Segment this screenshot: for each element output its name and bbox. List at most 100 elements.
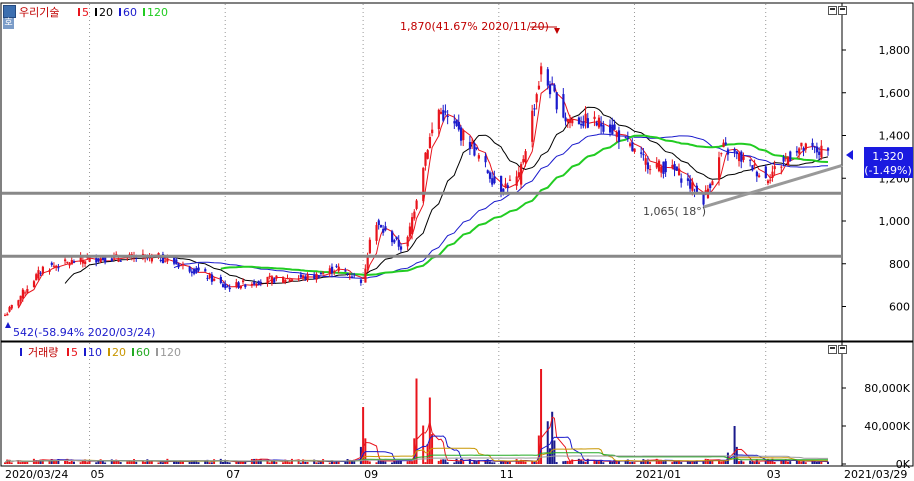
candle-body [313,274,316,279]
candle-body [537,85,541,90]
candle-body [164,260,167,262]
legend-label: 5 [71,346,78,359]
candle-body [95,258,98,263]
price-tick-label: 1,800 [879,44,911,57]
candle-body [284,279,287,283]
volume-panel-maximize-button[interactable] [838,345,847,354]
candle-body [68,263,71,266]
candle-body [493,176,496,184]
candle-body [377,220,380,225]
volume-bar [317,462,320,464]
candle-body [24,292,27,294]
volume-bar [673,461,676,464]
volume-bar [144,461,147,464]
candle-body [221,284,225,288]
candle-body [504,183,507,188]
candle-body [288,279,291,282]
candle-body [718,157,721,180]
volume-bar [161,462,164,464]
candle-body [515,176,518,186]
volume-bar [662,461,665,464]
candle-body [177,263,180,268]
candle-body [50,262,53,265]
candle-body [631,142,634,151]
candle-body [406,236,409,247]
candle-body [773,166,776,170]
volume-bar [126,461,129,464]
volume-bar [226,461,229,464]
legend-label: 120 [160,346,181,359]
candle-body [726,149,730,155]
quote-icon[interactable]: 호 [3,18,14,29]
candle-body [99,258,102,263]
candle-body [711,181,714,186]
volume-bar [795,460,798,464]
legend-swatch [156,348,158,356]
candle-body [722,142,725,148]
price-panel-minimize-button[interactable] [828,6,837,15]
volume-bar [524,461,527,464]
candle-body [208,274,211,279]
volume-bar [738,461,741,464]
volume-bar [119,462,122,464]
candle-body [275,275,278,279]
candle-body [304,276,307,280]
volume-bar [375,462,378,464]
volume-bar [535,462,538,464]
candle-body [580,124,583,126]
volume-bar [769,460,772,464]
volume-bar [406,461,409,464]
x-axis-label: 09 [364,468,378,481]
volume-bar [577,458,580,464]
volume-bar [150,461,153,464]
candle-body [399,246,403,250]
price-tick-label: 800 [889,258,910,271]
candle-body [439,111,443,114]
volume-bar [455,458,458,464]
candle-body [813,146,816,148]
volume-bar [446,462,449,464]
candle-body [755,171,759,177]
candle-body [391,231,394,243]
volume-bar [95,462,98,464]
candle-body [210,274,214,282]
legend-swatch [78,8,80,16]
volume-bar [384,461,387,464]
candle-body [330,266,334,274]
candle-body [297,278,300,280]
candle-body [4,315,7,317]
candle-body [335,265,338,267]
candle-body [724,142,727,145]
candle-body [428,137,432,149]
candle-body [586,118,589,128]
stock-chart[interactable]: 600 800 1,000 1,200 1,400 1,600 1,800 0K 40,000K… [0,0,914,481]
candle-body [228,287,231,290]
candle-body [758,175,761,177]
price-panel-maximize-button[interactable] [838,6,847,15]
candle-body [784,158,787,160]
candle-body [533,108,536,110]
candle-body [506,185,509,189]
chart-canvas[interactable]: 6008001,0001,2001,4001,6001,8000K40,000K… [0,0,914,481]
candle-body [689,179,692,189]
volume-panel-minimize-button[interactable] [828,345,837,354]
candle-body [582,121,585,127]
x-axis-label: 07 [226,468,240,481]
volume-bar [391,462,394,464]
ticker-menu-icon[interactable] [3,5,16,18]
candle-body [6,313,9,316]
candle-body [204,269,207,272]
volume-tick-label: 80,000K [864,382,910,395]
volume-bar [593,460,596,464]
volume-bar [471,462,474,464]
candle-body [686,178,690,181]
volume-bar [584,461,587,464]
volume-bar [633,462,636,464]
volume-bar [442,459,445,464]
volume-bar [453,462,456,464]
candle-body [508,179,512,181]
candle-body [633,148,636,152]
candle-body [224,283,227,289]
volume-bar [88,461,91,464]
candle-body [680,178,683,183]
